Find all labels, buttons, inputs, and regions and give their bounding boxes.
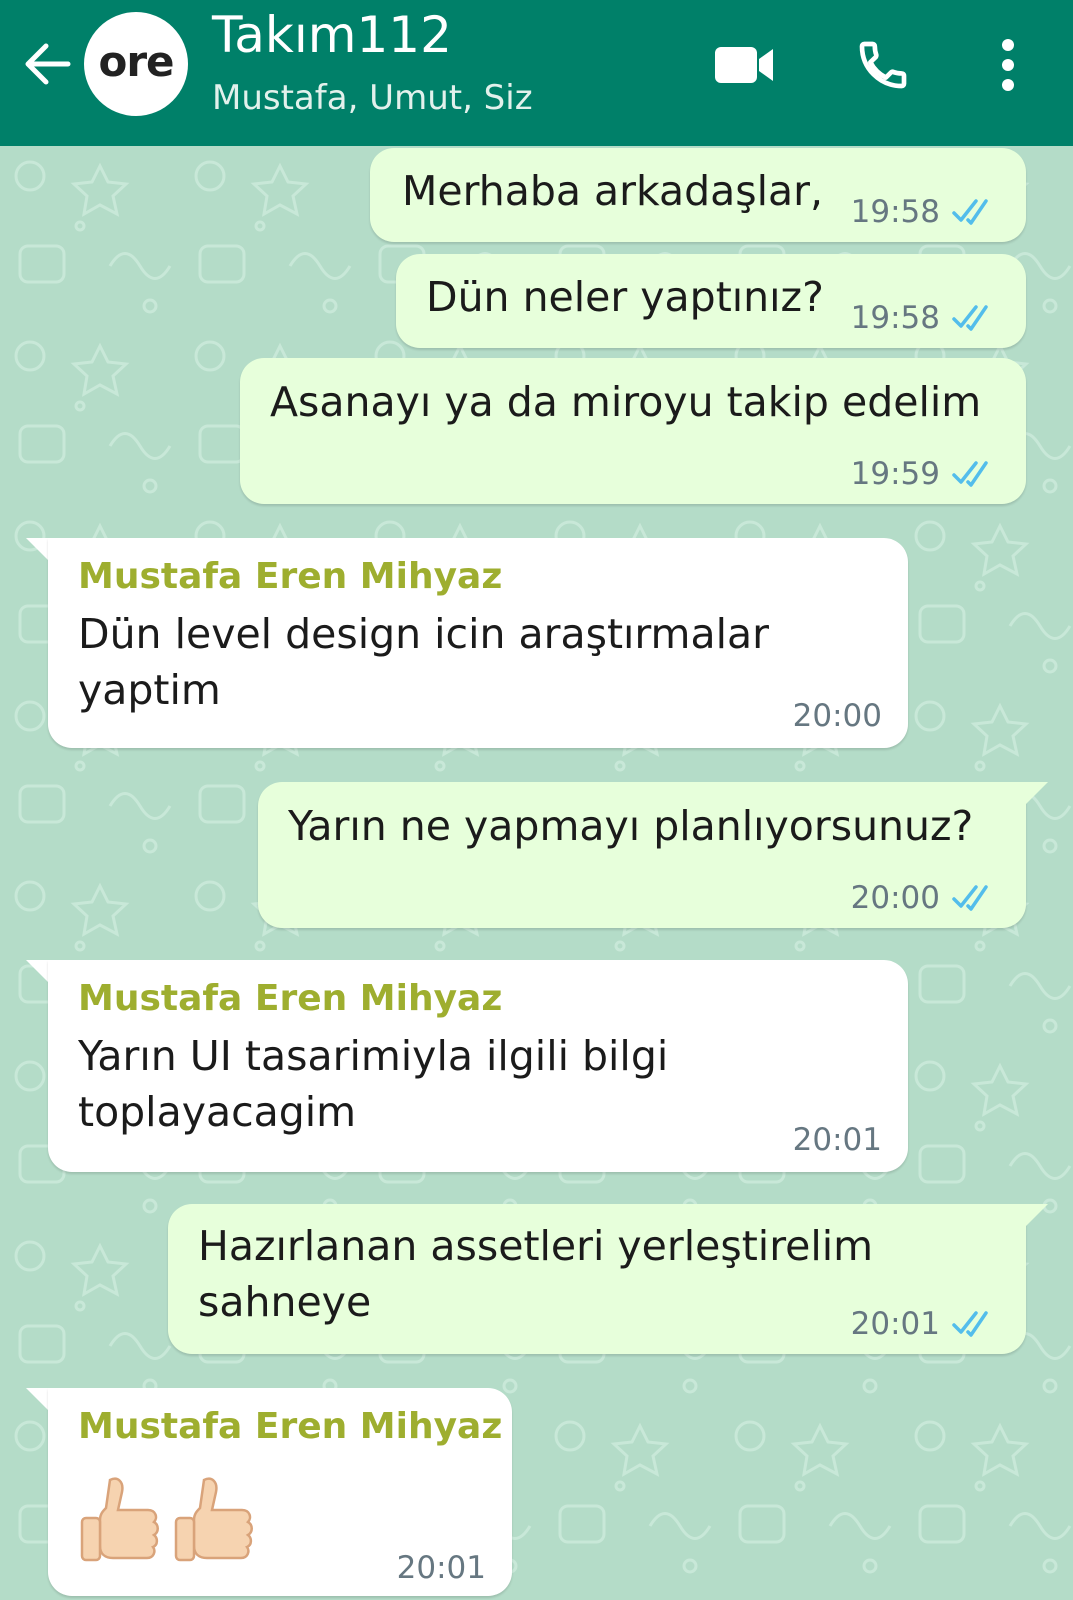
read-receipt-icon bbox=[952, 461, 988, 487]
message-text: Dün neler yaptınız? bbox=[426, 273, 824, 321]
message-meta: 19:59 bbox=[851, 456, 998, 492]
read-receipt-icon bbox=[952, 305, 988, 331]
bubble-tail bbox=[1026, 782, 1048, 804]
message-time: 20:00 bbox=[850, 880, 940, 916]
message-meta: 20:01 bbox=[397, 1550, 486, 1586]
message-time: 20:00 bbox=[792, 698, 882, 734]
read-receipt-icon bbox=[952, 1311, 988, 1337]
message-time: 19:59 bbox=[850, 456, 940, 492]
bubble-tail bbox=[26, 960, 48, 982]
read-receipt-icon bbox=[952, 199, 988, 225]
message-text: Yarın ne yapmayı planlıyorsunuz? bbox=[288, 802, 974, 850]
message-text-line: Yarın UI tasarimiyla ilgili bilgi bbox=[78, 1032, 669, 1080]
message-meta: 20:00 bbox=[851, 880, 998, 916]
message-time: 20:01 bbox=[396, 1550, 486, 1586]
sender-name[interactable]: Mustafa Eren Mihyaz bbox=[78, 978, 502, 1019]
bubble-tail bbox=[26, 1388, 48, 1410]
message-meta: 19:58 bbox=[851, 300, 998, 336]
incoming-message[interactable]: Mustafa Eren Mihyaz 20:01 bbox=[48, 1388, 512, 1596]
message-time: 19:58 bbox=[850, 194, 940, 230]
sender-name[interactable]: Mustafa Eren Mihyaz bbox=[78, 1406, 502, 1447]
message-text-line: Dün level design icin araştırmalar bbox=[78, 610, 769, 658]
video-call-button[interactable] bbox=[704, 30, 784, 100]
message-meta: 20:00 bbox=[793, 698, 882, 734]
message-text-line: sahneye bbox=[198, 1278, 372, 1326]
message-meta: 20:01 bbox=[793, 1122, 882, 1158]
chat-header: ore Takım112 Mustafa, Umut, Siz bbox=[0, 0, 1073, 146]
group-avatar[interactable]: ore bbox=[84, 12, 188, 116]
bubble-tail bbox=[1026, 1204, 1048, 1226]
message-text-line: toplayacagim bbox=[78, 1088, 357, 1136]
incoming-message[interactable]: Mustafa Eren Mihyaz Dün level design ici… bbox=[48, 538, 908, 748]
message-text: Merhaba arkadaşlar, bbox=[402, 167, 824, 215]
back-button[interactable] bbox=[18, 34, 78, 94]
incoming-message[interactable]: Mustafa Eren Mihyaz Yarın UI tasarimiyla… bbox=[48, 960, 908, 1172]
message-text-line: Hazırlanan assetleri yerleştirelim bbox=[198, 1222, 874, 1270]
message-list[interactable]: Merhaba arkadaşlar, 19:58 Dün neler yapt… bbox=[0, 146, 1073, 1600]
message-time: 19:58 bbox=[850, 300, 940, 336]
outgoing-message[interactable]: Yarın ne yapmayı planlıyorsunuz? 20:00 bbox=[258, 782, 1026, 928]
video-camera-icon bbox=[715, 47, 773, 83]
arrow-left-icon bbox=[25, 43, 71, 85]
more-vertical-icon bbox=[1002, 39, 1014, 91]
message-text: Asanayı ya da miroyu takip edelim bbox=[270, 378, 982, 426]
message-meta: 19:58 bbox=[851, 194, 998, 230]
message-text-line: yaptim bbox=[78, 666, 221, 714]
chat-title[interactable]: Takım112 bbox=[212, 6, 452, 64]
chat-participants[interactable]: Mustafa, Umut, Siz bbox=[212, 78, 533, 118]
sender-name[interactable]: Mustafa Eren Mihyaz bbox=[78, 556, 502, 597]
outgoing-message[interactable]: Asanayı ya da miroyu takip edelim 19:59 bbox=[240, 358, 1026, 504]
phone-icon bbox=[859, 41, 907, 89]
message-meta: 20:01 bbox=[851, 1306, 998, 1342]
bubble-tail bbox=[26, 538, 48, 560]
message-time: 20:01 bbox=[850, 1306, 940, 1342]
more-options-button[interactable] bbox=[978, 30, 1038, 100]
read-receipt-icon bbox=[952, 885, 988, 911]
thumbs-up-icon bbox=[80, 1477, 159, 1562]
message-time: 20:01 bbox=[792, 1122, 882, 1158]
voice-call-button[interactable] bbox=[848, 30, 918, 100]
avatar-label: ore bbox=[98, 36, 174, 86]
thumbs-up-icon bbox=[174, 1477, 253, 1562]
outgoing-message[interactable]: Hazırlanan assetleri yerleştirelim sahne… bbox=[168, 1204, 1026, 1354]
outgoing-message[interactable]: Merhaba arkadaşlar, 19:58 bbox=[370, 148, 1026, 242]
outgoing-message[interactable]: Dün neler yaptınız? 19:58 bbox=[396, 254, 1026, 348]
